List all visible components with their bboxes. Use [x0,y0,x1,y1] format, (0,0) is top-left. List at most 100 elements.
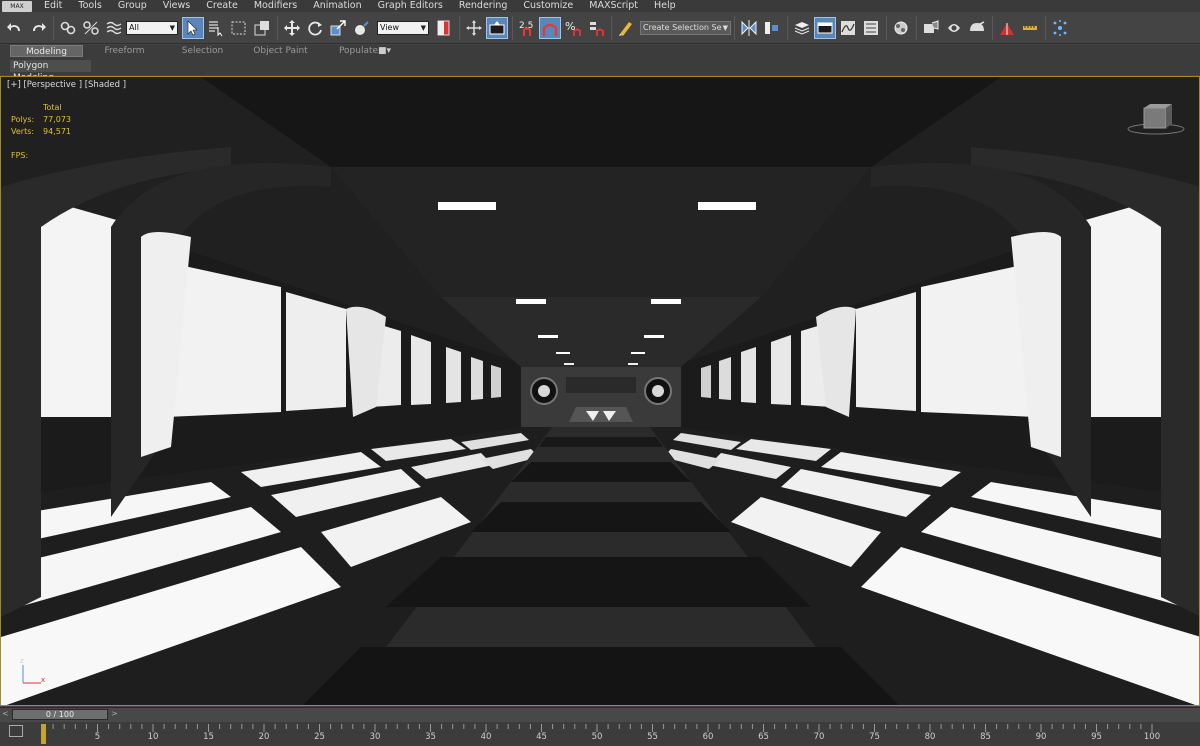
selection-filter-value: All [129,23,139,32]
ribbon: Modeling Freeform Selection Object Paint… [0,45,1200,83]
select-and-move-icon[interactable] [281,17,303,39]
mirror-icon[interactable] [738,17,760,39]
schematic-view-icon[interactable] [860,17,882,39]
track-bar-tick-label: 75 [869,732,880,742]
bind-to-space-warp-icon[interactable] [103,17,125,39]
menu-rendering[interactable]: Rendering [451,0,516,12]
render-production-icon[interactable] [966,17,988,39]
viewcube-icon[interactable] [1126,102,1186,141]
tab-selection[interactable]: Selection [166,45,239,57]
track-bar-tick-label: 85 [980,732,991,742]
app-logo[interactable]: MAX [2,0,32,12]
layer-explorer-icon[interactable] [791,17,813,39]
track-bar-tick-label: 60 [702,732,714,742]
track-bar-tick-label: 40 [480,732,492,742]
unlink-selection-icon[interactable] [80,17,102,39]
track-bar-tick-label: 50 [591,732,603,742]
verts-label: Verts: [11,127,35,136]
curve-editor-icon[interactable] [837,17,859,39]
toolbar-separator [459,15,460,40]
render-setup-icon[interactable] [920,17,942,39]
menu-animation[interactable]: Animation [305,0,369,12]
angle-snap-toggle-icon[interactable] [539,16,561,39]
named-selection-sets-placeholder: Create Selection Se [643,23,722,32]
select-object-icon[interactable] [182,16,204,39]
select-and-rotate-icon[interactable] [304,17,326,39]
menu-bar: MAX Edit Tools Group Views Create Modifi… [0,0,1200,12]
previous-frame-button[interactable]: < [2,709,9,718]
chevron-down-icon: ▼ [722,23,728,32]
menu-views[interactable]: Views [155,0,199,12]
corridor-render [1,77,1199,705]
track-bar-tick-label: 35 [425,732,436,742]
menu-maxscript[interactable]: MAXScript [581,0,646,12]
ribbon-options-icon[interactable]: ■▾ [378,46,391,56]
ribbon-tabs: Modeling Freeform Selection Object Paint… [10,45,400,58]
verts-value: 94,571 [43,127,71,136]
track-bar-tick-label: 5 [94,732,101,742]
chevron-down-icon: ▼ [169,23,175,32]
track-bar-tick-label: 15 [203,732,214,742]
use-pivot-point-center-icon[interactable] [433,17,455,39]
polys-value: 77,073 [43,115,71,124]
material-editor-icon[interactable] [890,17,912,39]
menu-customize[interactable]: Customize [515,0,581,12]
menu-tools[interactable]: Tools [70,0,109,12]
next-frame-button[interactable]: > [111,709,118,718]
selection-filter-dropdown[interactable]: All ▼ [126,20,178,35]
rendered-frame-window-icon[interactable] [943,17,965,39]
select-and-manipulate-icon[interactable] [463,17,485,39]
track-bar-tick-label: 100 [1143,732,1161,742]
rectangular-selection-region-icon[interactable] [228,17,250,39]
edit-named-selection-sets-icon[interactable] [615,17,637,39]
reference-coordinate-dropdown[interactable]: View ▼ [377,20,429,35]
track-bar-tick-label: 90 [1035,732,1047,742]
menu-edit[interactable]: Edit [36,0,70,12]
ruler-icon[interactable] [1019,17,1041,39]
select-and-link-icon[interactable] [57,17,79,39]
select-by-name-icon[interactable] [205,17,227,39]
viewport-label-menu[interactable]: [+] [Perspective ] [Shaded ] [7,80,126,90]
redo-icon[interactable] [27,17,49,39]
toolbar-separator [916,15,917,40]
select-and-scale-icon[interactable] [327,17,349,39]
perspective-viewport[interactable]: [+] [Perspective ] [Shaded ] Total Polys… [0,76,1200,706]
menu-modifiers[interactable]: Modifiers [246,0,305,12]
track-bar-tick-label: 20 [258,732,270,742]
track-bar-tick-label: 25 [314,732,325,742]
menu-create[interactable]: Create [198,0,246,12]
particle-flow-icon[interactable] [1049,17,1071,39]
toolbar-separator [53,15,54,40]
polys-label: Polys: [11,115,35,124]
track-bar-tick-label: 45 [536,732,547,742]
panel-polygon-modeling[interactable]: Polygon Modeling [10,60,91,83]
tab-freeform[interactable]: Freeform [88,45,161,57]
keyboard-shortcut-override-icon[interactable] [486,16,508,39]
select-and-place-icon[interactable] [350,17,372,39]
track-bar-tick-label: 30 [369,732,381,742]
menu-group[interactable]: Group [110,0,155,12]
percent-snap-toggle-icon[interactable]: % [562,17,584,39]
menu-graph-editors[interactable]: Graph Editors [370,0,451,12]
menu-help[interactable]: Help [646,0,684,12]
track-bar-tick-label: 55 [647,732,658,742]
toolbar-separator [611,15,612,40]
window-crossing-icon[interactable] [251,17,273,39]
tab-modeling[interactable]: Modeling [10,45,83,57]
stats-header: Total [43,103,62,112]
snaps-toggle-icon[interactable]: 2.5 [516,17,538,39]
track-bar-tick-label: 10 [147,732,159,742]
align-icon[interactable] [761,17,783,39]
spinner-snap-toggle-icon[interactable] [585,17,607,39]
tab-object-paint[interactable]: Object Paint [244,45,317,57]
chevron-down-icon: ▼ [420,23,426,32]
toggle-ribbon-icon[interactable] [814,16,836,39]
track-bar[interactable]: 5 10 15 20 25 30 35 40 45 50 55 60 65 70 75 80 85 90 95 100 [0,722,1200,746]
civil-view-icon[interactable] [996,17,1018,39]
time-slider[interactable]: 0 / 100 [12,709,108,720]
timeline: < 0 / 100 > 5 10 15 20 25 30 35 40 45 50 55 60 65 70 7… [0,707,1200,746]
axis-x-label: x [41,676,46,684]
named-selection-sets-dropdown[interactable]: Create Selection Se ▼ [640,20,731,35]
undo-icon[interactable] [4,17,26,39]
main-toolbar: All ▼ View ▼ 2.5 % Create Selection Se ▼ [0,12,1200,44]
